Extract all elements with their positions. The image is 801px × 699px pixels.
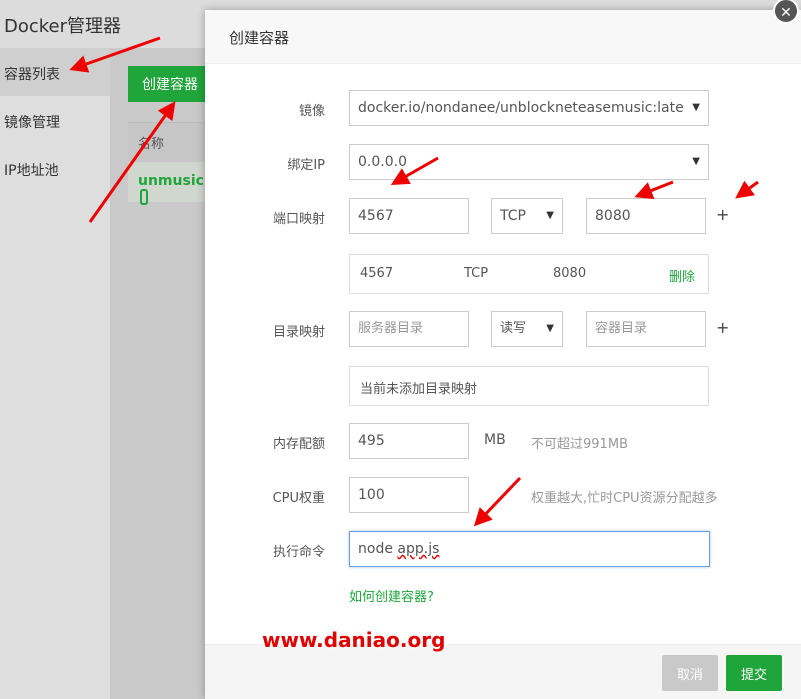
- cpu-weight-input[interactable]: 100: [349, 477, 469, 513]
- status-icon: [140, 189, 148, 205]
- chevron-down-icon: ▼: [692, 102, 700, 113]
- dialog-footer: 取消 提交: [205, 644, 801, 699]
- port-row-container: 8080: [553, 266, 587, 281]
- command-text-part-1: node: [358, 541, 398, 557]
- add-dir-button[interactable]: +: [716, 318, 729, 337]
- table-row[interactable]: unmusic: [128, 162, 210, 205]
- dir-mode-value: 读写: [500, 321, 527, 336]
- cancel-button[interactable]: 取消: [662, 655, 718, 691]
- watermark: www.daniao.org: [262, 628, 446, 652]
- image-label: 镜像: [298, 104, 325, 119]
- add-port-button[interactable]: +: [716, 205, 729, 224]
- container-port-input[interactable]: 8080: [586, 198, 706, 234]
- port-row-protocol: TCP: [464, 266, 489, 281]
- chevron-down-icon: ▼: [546, 323, 554, 334]
- memory-input[interactable]: 495: [349, 423, 469, 459]
- port-mapping-row: 4567 TCP 8080 删除: [349, 254, 709, 294]
- host-dir-input[interactable]: 服务器目录: [349, 311, 469, 347]
- command-input[interactable]: node app.js: [349, 531, 710, 567]
- container-dir-input[interactable]: 容器目录: [586, 311, 706, 347]
- memory-label: 内存配额: [272, 437, 325, 452]
- command-label: 执行命令: [272, 545, 325, 560]
- port-mapping-label: 端口映射: [272, 212, 325, 227]
- bind-ip-select[interactable]: 0.0.0.0 ▼: [349, 144, 709, 180]
- delete-port-link[interactable]: 删除: [669, 266, 695, 285]
- memory-hint: 不可超过991MB: [531, 437, 628, 452]
- port-protocol-select[interactable]: TCP ▼: [491, 198, 563, 234]
- sidebar-item-container-list[interactable]: 容器列表: [0, 48, 110, 96]
- dialog-title: 创建容器: [205, 10, 801, 64]
- bind-ip-label: 绑定IP: [287, 158, 325, 173]
- app-title: Docker管理器: [4, 16, 122, 37]
- table-header-name: 名称: [128, 122, 210, 162]
- chevron-down-icon: ▼: [546, 210, 554, 221]
- help-link[interactable]: 如何创建容器?: [349, 586, 434, 605]
- chevron-down-icon: ▼: [692, 156, 700, 167]
- dir-mode-select[interactable]: 读写 ▼: [491, 311, 563, 347]
- cpu-hint: 权重越大,忙时CPU资源分配越多: [531, 491, 718, 506]
- host-port-input[interactable]: 4567: [349, 198, 469, 234]
- bind-ip-value: 0.0.0.0: [358, 154, 407, 170]
- create-container-button[interactable]: 创建容器: [128, 66, 210, 102]
- port-row-host: 4567: [360, 266, 394, 281]
- dir-mapping-label: 目录映射: [272, 325, 325, 340]
- cpu-label: CPU权重: [272, 491, 325, 506]
- image-select[interactable]: docker.io/nondanee/unblockneteasemusic:l…: [349, 90, 709, 126]
- memory-unit: MB: [484, 432, 506, 448]
- port-protocol-value: TCP: [500, 208, 526, 224]
- sidebar-item-ip-pool[interactable]: IP地址池: [4, 160, 59, 180]
- dir-mapping-empty: 当前未添加目录映射: [349, 366, 709, 406]
- command-text-part-2: app.js: [397, 541, 440, 557]
- image-select-value: docker.io/nondanee/unblockneteasemusic:l…: [358, 100, 684, 116]
- submit-button[interactable]: 提交: [726, 655, 782, 691]
- create-container-dialog: 创建容器 ✕ 镜像 docker.io/nondanee/unblocknete…: [205, 0, 801, 699]
- sidebar-item-image-management[interactable]: 镜像管理: [4, 112, 60, 132]
- sidebar: 容器列表 镜像管理 IP地址池: [0, 48, 110, 699]
- container-name[interactable]: unmusic: [138, 173, 204, 189]
